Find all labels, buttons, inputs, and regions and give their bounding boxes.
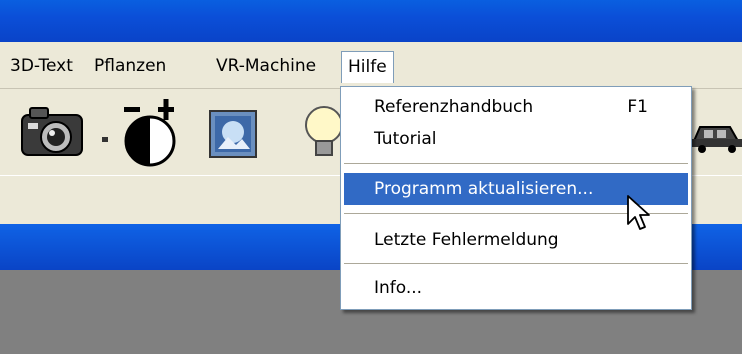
menu-item-info[interactable]: Info... xyxy=(344,272,688,304)
menu-bar: 3D-Text Pflanzen VR-Machine Hilfe xyxy=(0,42,742,89)
menu-item-label: Letzte Fehlermeldung xyxy=(374,230,559,250)
camera-icon[interactable] xyxy=(18,99,98,163)
menu-separator xyxy=(344,263,688,264)
menu-item-shortcut: F1 xyxy=(627,97,648,117)
menu-pflanzen[interactable]: Pflanzen xyxy=(88,51,172,81)
mouse-cursor-icon xyxy=(626,194,652,232)
menu-item-referenzhandbuch[interactable]: Referenzhandbuch F1 xyxy=(344,92,688,122)
menu-item-label: Programm aktualisieren... xyxy=(374,179,594,199)
menu-hilfe[interactable]: Hilfe xyxy=(341,51,394,83)
menu-vr-machine[interactable]: VR-Machine xyxy=(210,51,322,81)
dropdown-arrow-icon[interactable] xyxy=(100,129,110,142)
photo-icon[interactable] xyxy=(208,109,258,159)
contrast-adjust-icon[interactable] xyxy=(118,97,184,169)
menu-item-label: Info... xyxy=(374,278,423,298)
menu-item-label: Tutorial xyxy=(374,129,437,149)
title-bar xyxy=(0,0,742,42)
menu-item-tutorial[interactable]: Tutorial xyxy=(344,124,688,154)
menu-3d-text[interactable]: 3D-Text xyxy=(4,51,79,81)
menu-item-label: Referenzhandbuch xyxy=(374,97,534,117)
menu-separator xyxy=(344,163,688,164)
car-icon[interactable] xyxy=(690,115,742,155)
